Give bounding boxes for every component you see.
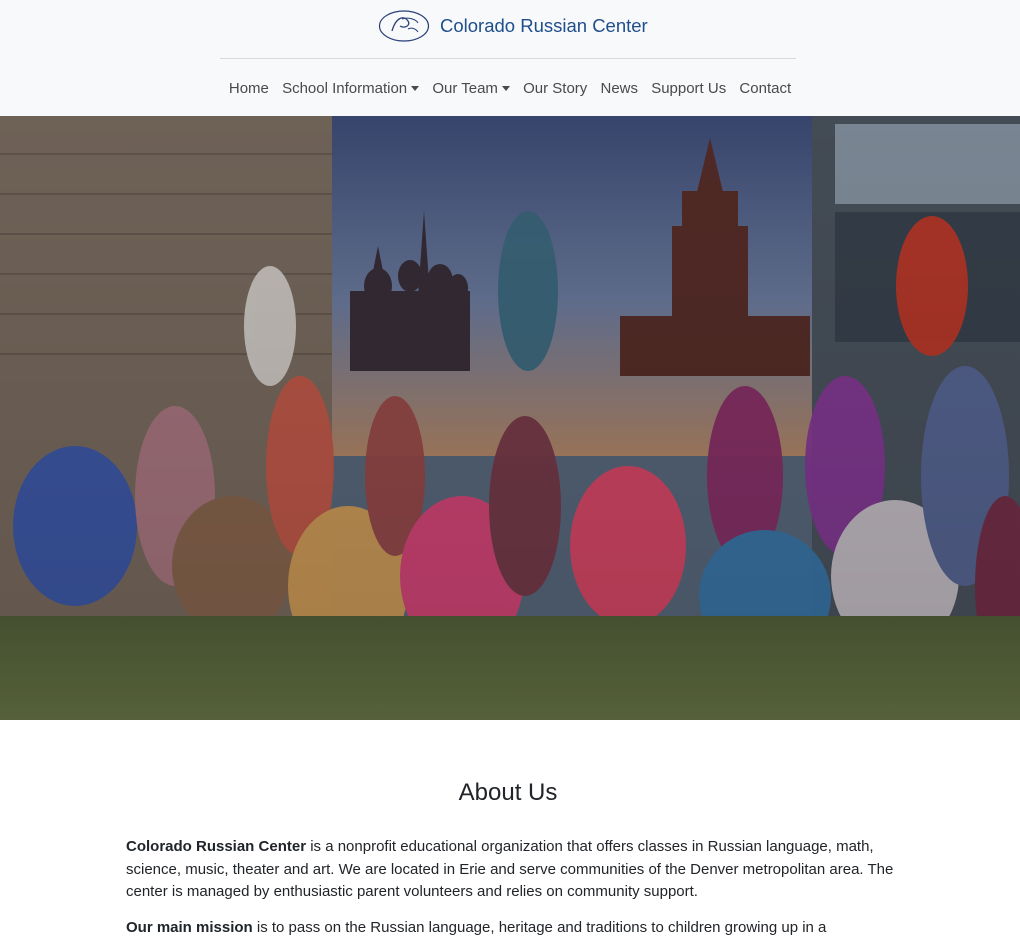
nav-item-label: News (600, 79, 638, 97)
about-mission-label: Our main mission (126, 919, 253, 936)
header-divider (220, 58, 796, 59)
main-nav: Home School Information Our Team Our Story N… (0, 74, 1020, 102)
nav-item-label: Support Us (651, 79, 727, 97)
nav-item-home[interactable]: Home (222, 80, 275, 97)
site-header: Colorado Russian Center Home School Infor… (0, 0, 1020, 116)
nav-item-contact[interactable]: Contact (733, 80, 798, 97)
nav-item-label: Our Team (432, 79, 498, 97)
about-paragraph-2: Our main mission is to pass on the Russi… (126, 917, 898, 940)
nav-item-school-information[interactable]: School Information (275, 80, 425, 97)
caret-down-icon (501, 86, 510, 91)
nav-item-label: Our Story (523, 79, 588, 97)
brand-link[interactable]: Colorado Russian Center (378, 9, 648, 43)
nav-item-label: School Information (282, 79, 408, 97)
nav-item-label: Home (228, 79, 269, 97)
about-heading: About Us (458, 779, 558, 806)
caret-down-icon (411, 86, 420, 91)
brand-name: Colorado Russian Center (440, 15, 648, 36)
hero-image (0, 116, 1020, 720)
nav-item-our-team[interactable]: Our Team (426, 80, 517, 97)
nav-item-label: Contact (739, 79, 792, 97)
nav-item-support-us[interactable]: Support Us (645, 80, 733, 97)
about-paragraph-2-text: is to pass on the Russian language, heri… (252, 919, 827, 936)
logo-icon (378, 10, 430, 42)
nav-item-our-story[interactable]: Our Story (517, 80, 594, 97)
about-paragraph-1: Colorado Russian Center is a nonprofit e… (126, 836, 898, 904)
about-section: About Us Colorado Russian Center is a no… (0, 720, 1020, 945)
hero-photo (0, 116, 1020, 720)
about-org-name: Colorado Russian Center (126, 838, 307, 855)
nav-item-news[interactable]: News (594, 80, 645, 97)
